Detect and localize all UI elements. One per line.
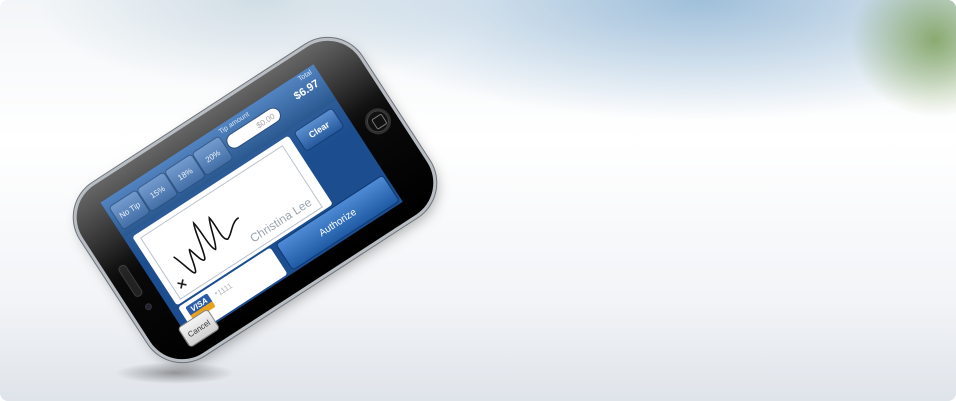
hero-banner: No Tip 15% 18% 20% Tip amount $0.00 Tota… bbox=[0, 0, 956, 401]
card-masked-number: *1111 bbox=[213, 281, 235, 300]
total-value: $6.97 bbox=[291, 77, 322, 103]
phone-device: No Tip 15% 18% 20% Tip amount $0.00 Tota… bbox=[62, 26, 448, 374]
